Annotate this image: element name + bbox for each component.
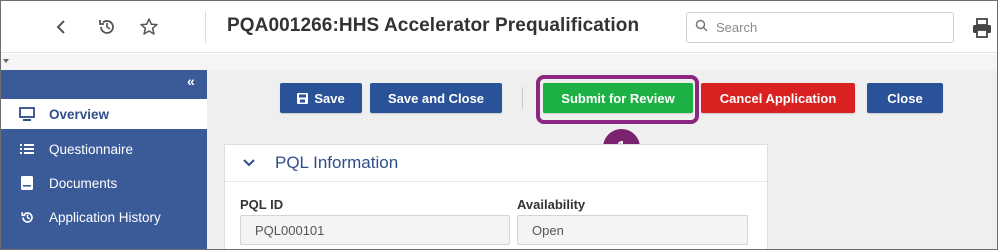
save-button-label: Save — [314, 90, 345, 106]
save-disk-icon — [297, 92, 309, 104]
search-input[interactable] — [716, 20, 936, 35]
document-icon — [19, 175, 35, 191]
submit-for-review-button[interactable]: Submit for Review — [543, 83, 693, 113]
history-icon — [19, 209, 35, 225]
back-chevron-icon[interactable] — [49, 15, 73, 39]
sidebar-item-documents[interactable]: Documents — [1, 168, 207, 198]
app-window: PQA001266:HHS Accelerator Prequalificati… — [0, 0, 998, 250]
pql-information-card: PQL Information PQL ID PQL000101 Availab… — [224, 144, 768, 249]
availability-field: Open — [517, 215, 748, 245]
search-box[interactable] — [686, 12, 954, 43]
pql-information-header[interactable]: PQL Information — [225, 145, 767, 182]
sidebar-item-application-history[interactable]: Application History — [1, 202, 207, 232]
cancel-application-button[interactable]: Cancel Application — [701, 83, 855, 113]
printer-icon[interactable] — [971, 17, 993, 39]
sidebar-item-label: Questionnaire — [49, 141, 134, 157]
double-chevron-left-icon[interactable]: « — [187, 73, 195, 89]
sidebar-item-questionnaire[interactable]: Questionnaire — [1, 134, 207, 164]
pql-id-label: PQL ID — [240, 197, 284, 212]
sidebar-item-label: Application History — [49, 209, 161, 225]
save-button[interactable]: Save — [280, 83, 362, 113]
save-and-close-button[interactable]: Save and Close — [370, 83, 502, 113]
header-strip — [1, 54, 997, 70]
header-divider — [205, 11, 206, 43]
availability-label: Availability — [517, 197, 586, 212]
card-title: PQL Information — [275, 153, 399, 172]
list-icon — [19, 141, 35, 157]
toolbar-divider — [522, 87, 523, 109]
sidebar-item-label: Documents — [49, 175, 118, 191]
top-header: PQA001266:HHS Accelerator Prequalificati… — [1, 1, 997, 53]
sidebar-item-label: Overview — [49, 106, 110, 122]
page-title: PQA001266:HHS Accelerator Prequalificati… — [227, 15, 640, 36]
sidebar-item-overview[interactable]: Overview — [1, 99, 207, 129]
history-icon[interactable] — [95, 15, 119, 39]
monitor-icon — [19, 106, 35, 122]
chevron-down-icon — [242, 156, 256, 170]
close-button[interactable]: Close — [867, 83, 943, 113]
star-icon[interactable] — [137, 15, 161, 39]
pql-id-field: PQL000101 — [240, 215, 510, 245]
search-icon — [695, 19, 708, 37]
dropdown-marker-icon — [3, 59, 9, 63]
